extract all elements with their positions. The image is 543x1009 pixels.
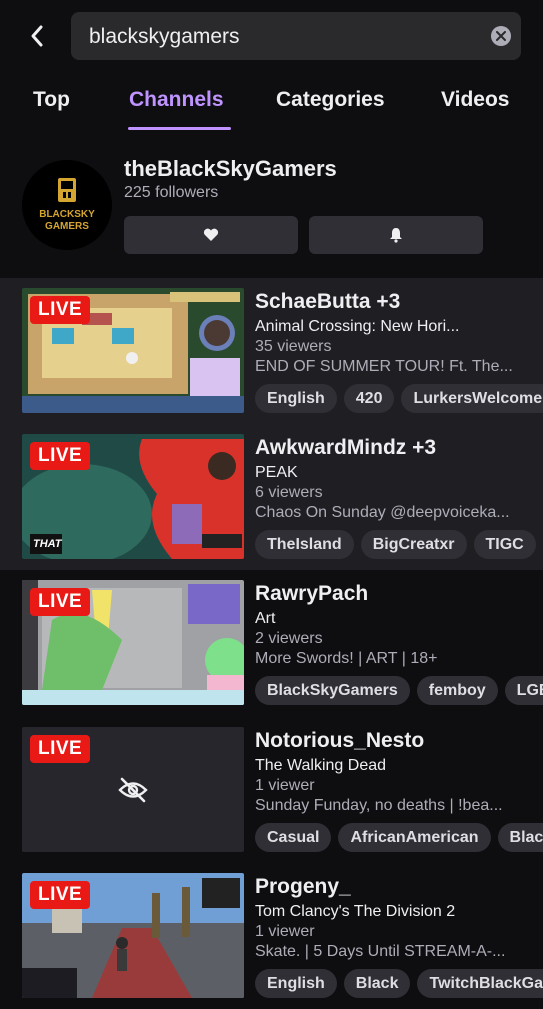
- channel-result[interactable]: BLACKSKY GAMERS theBlackSkyGamers 225 fo…: [0, 150, 543, 265]
- chevron-left-icon: [31, 25, 43, 47]
- stream-title: END OF SUMMER TOUR! Ft. The...: [255, 358, 513, 375]
- tab-categories[interactable]: Categories: [276, 88, 385, 112]
- stream-title: Sunday Funday, no deaths | !bea...: [255, 797, 503, 814]
- stream-thumbnail[interactable]: LIVE: [22, 580, 244, 705]
- tag[interactable]: Casual: [255, 823, 332, 852]
- tag[interactable]: TIGC: [473, 530, 536, 559]
- tag[interactable]: TwitchBlackGaming: [417, 969, 543, 998]
- stream-item[interactable]: LIVE RawryPach Art 2 viewers More Swords…: [0, 570, 543, 716]
- tag[interactable]: femboy: [416, 676, 498, 705]
- tag[interactable]: Black: [343, 969, 411, 998]
- stream-tags: CasualAfricanAmericanBlack: [255, 823, 543, 853]
- stream-viewers: 1 viewer: [255, 777, 315, 794]
- stream-tags: EnglishBlackTwitchBlackGaming: [255, 969, 543, 999]
- heart-icon: [203, 228, 219, 241]
- tag[interactable]: AfricanAmerican: [338, 823, 491, 852]
- live-badge: LIVE: [30, 735, 91, 763]
- svg-text:BLACKSKY: BLACKSKY: [39, 209, 95, 220]
- tag[interactable]: Black: [497, 823, 543, 852]
- tag[interactable]: TheIsland: [255, 530, 354, 559]
- stream-thumbnail[interactable]: LIVE THAT: [22, 434, 244, 559]
- stream-viewers: 2 viewers: [255, 630, 323, 647]
- stream-game[interactable]: Animal Crossing: New Hori...: [255, 318, 535, 336]
- stream-game[interactable]: PEAK: [255, 464, 535, 482]
- tag[interactable]: BigCreatxr: [360, 530, 467, 559]
- stream-thumbnail[interactable]: LIVE: [22, 727, 244, 852]
- stream-channel-name[interactable]: SchaeButta +3: [255, 290, 400, 314]
- stream-item[interactable]: LIVE SchaeButta +3 Animal Crossing: New …: [0, 278, 543, 424]
- blacksky-logo: BLACKSKY GAMERS: [22, 160, 112, 250]
- tab-top[interactable]: Top: [33, 88, 70, 112]
- search-box: [71, 12, 521, 62]
- stream-game[interactable]: The Walking Dead: [255, 757, 535, 775]
- stream-item[interactable]: LIVE THAT AwkwardMindz +3 PEAK 6 viewers…: [0, 424, 543, 570]
- tab-channels[interactable]: Channels: [129, 88, 224, 112]
- stream-game[interactable]: Tom Clancy's The Division 2: [255, 903, 535, 921]
- notifications-button[interactable]: [309, 216, 483, 254]
- stream-item[interactable]: LIVE Progeny_ Tom Clancy's The Division …: [0, 863, 543, 1009]
- back-button[interactable]: [22, 20, 52, 52]
- stream-title: More Swords! | ART | 18+: [255, 650, 438, 667]
- stream-thumbnail[interactable]: LIVE: [22, 873, 244, 998]
- live-badge: LIVE: [30, 881, 91, 909]
- thumbnail-overlay-text: THAT: [33, 538, 62, 550]
- tag[interactable]: LGBTQ: [504, 676, 543, 705]
- close-icon: [496, 31, 506, 41]
- stream-viewers: 6 viewers: [255, 484, 323, 501]
- stream-viewers: 1 viewer: [255, 923, 315, 940]
- top-bar: [0, 0, 543, 72]
- stream-channel-name[interactable]: AwkwardMindz +3: [255, 436, 436, 460]
- tag[interactable]: LurkersWelcome: [401, 384, 543, 413]
- follow-button[interactable]: [124, 216, 298, 254]
- eye-slash-icon: [118, 777, 148, 803]
- stream-item[interactable]: LIVE Notorious_Nesto The Walking Dead 1 …: [0, 717, 543, 863]
- channel-name[interactable]: theBlackSkyGamers: [124, 156, 337, 182]
- live-badge: LIVE: [30, 442, 91, 470]
- tag[interactable]: BlackSkyGamers: [255, 676, 410, 705]
- active-tab-indicator: [128, 127, 231, 130]
- live-badge: LIVE: [30, 296, 91, 324]
- tag[interactable]: English: [255, 384, 337, 413]
- tag[interactable]: 420: [343, 384, 395, 413]
- stream-channel-name[interactable]: Notorious_Nesto: [255, 729, 424, 753]
- stream-thumbnail[interactable]: LIVE: [22, 288, 244, 413]
- tag[interactable]: English: [255, 969, 337, 998]
- stream-tags: TheIsland BigCreatxr TIGC: [255, 530, 543, 560]
- stream-channel-name[interactable]: Progeny_: [255, 875, 351, 899]
- search-tabs: Top Channels Categories Videos: [0, 78, 543, 132]
- stream-title: Chaos On Sunday @deepvoiceka...: [255, 504, 510, 521]
- stream-game[interactable]: Art: [255, 610, 535, 628]
- stream-channel-name[interactable]: RawryPach: [255, 582, 368, 606]
- bell-icon: [390, 228, 402, 243]
- svg-text:GAMERS: GAMERS: [45, 221, 89, 232]
- channel-followers: 225 followers: [124, 184, 219, 201]
- stream-tags: English 420 LurkersWelcome: [255, 384, 543, 414]
- channel-avatar[interactable]: BLACKSKY GAMERS: [22, 160, 112, 250]
- search-input[interactable]: [87, 12, 481, 62]
- stream-title: Skate. | 5 Days Until STREAM-A-...: [255, 943, 506, 960]
- stream-viewers: 35 viewers: [255, 338, 332, 355]
- live-badge: LIVE: [30, 588, 91, 616]
- tab-videos[interactable]: Videos: [441, 88, 509, 112]
- stream-tags: BlackSkyGamersfemboyLGBTQ: [255, 676, 543, 706]
- clear-search-button[interactable]: [491, 26, 511, 46]
